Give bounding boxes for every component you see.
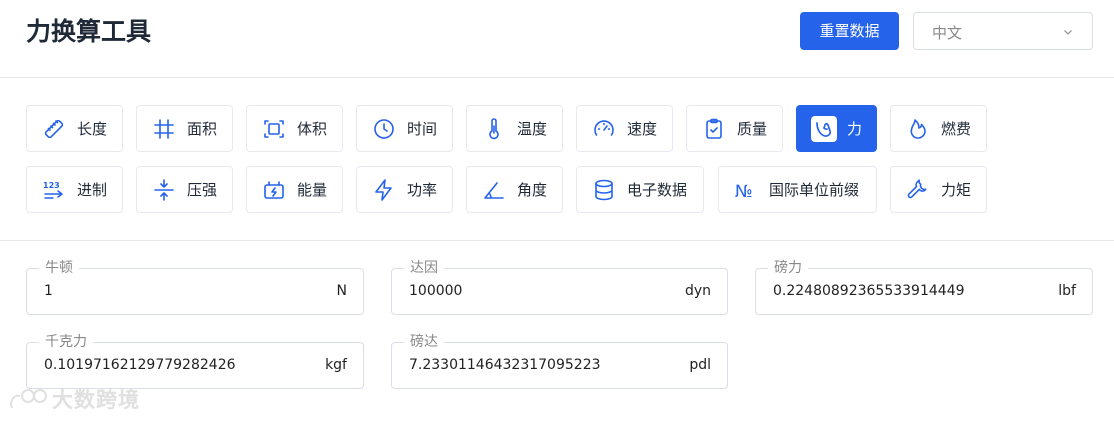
page-title: 力换算工具 [26, 17, 152, 46]
field-label: 达因 [404, 259, 444, 277]
database-icon [591, 177, 617, 203]
category-volume[interactable]: 体积 [246, 105, 343, 152]
category-force[interactable]: 力 [796, 105, 877, 152]
category-label: 质量 [737, 120, 768, 138]
category-label: 燃费 [941, 120, 972, 138]
field-label: 磅达 [404, 333, 444, 351]
thermometer-icon [481, 116, 507, 142]
field-value[interactable]: 100000 [409, 283, 462, 299]
watermark-logo-icon [10, 389, 47, 409]
field-unit: kgf [325, 357, 347, 373]
category-label: 电子数据 [627, 181, 688, 199]
watermark: 大数跨境 [8, 384, 140, 414]
category-label: 进制 [77, 181, 108, 199]
field-value[interactable]: 1 [44, 283, 53, 299]
field-unit: pdl [689, 357, 711, 373]
frame-icon [261, 116, 287, 142]
field-unit: lbf [1058, 283, 1076, 299]
clock-icon [371, 116, 397, 142]
category-label: 速度 [627, 120, 658, 138]
category-label: 力 [847, 120, 863, 138]
field-label: 千克力 [39, 333, 93, 351]
category-label: 能量 [297, 181, 328, 199]
category-label: 体积 [297, 120, 328, 138]
angle-icon [481, 177, 507, 203]
category-si-prefix[interactable]: № 国际单位前缀 [718, 166, 877, 213]
battery-icon [261, 177, 287, 203]
field-label: 磅力 [768, 259, 808, 277]
speedometer-icon [591, 116, 617, 142]
category-label: 长度 [77, 120, 108, 138]
field-poundal[interactable]: 磅达 7.23301146432317095223 pdl [391, 333, 728, 389]
category-energy[interactable]: 能量 [246, 166, 343, 213]
field-kilogram-force[interactable]: 千克力 0.10197162129779282426 kgf [26, 333, 364, 389]
category-label: 压强 [187, 181, 218, 199]
watermark-text: 大数跨境 [52, 388, 140, 412]
category-label: 温度 [517, 120, 548, 138]
flame-icon [905, 116, 931, 142]
field-label: 牛顿 [39, 259, 79, 277]
category-time[interactable]: 时间 [356, 105, 453, 152]
force-icon [811, 115, 837, 142]
compress-icon [151, 177, 177, 203]
numero-icon: № [733, 177, 759, 203]
category-area[interactable]: 面积 [136, 105, 233, 152]
category-label: 国际单位前缀 [769, 181, 860, 199]
ruler-icon [41, 116, 67, 142]
svg-text:123: 123 [43, 181, 60, 190]
category-base[interactable]: 123 进制 [26, 166, 123, 213]
field-unit: dyn [684, 283, 711, 299]
field-newton[interactable]: 牛顿 1 N [26, 259, 364, 315]
category-mass[interactable]: 质量 [686, 105, 783, 152]
category-temperature[interactable]: 温度 [466, 105, 563, 152]
category-torque[interactable]: 力矩 [890, 166, 987, 213]
lightning-icon [371, 177, 397, 203]
reset-data-button[interactable]: 重置数据 [800, 12, 899, 50]
category-speed[interactable]: 速度 [576, 105, 673, 152]
category-label: 时间 [407, 120, 438, 138]
category-angle[interactable]: 角度 [466, 166, 563, 213]
category-grid: 长度 面积 体积 时间 温度 速度 质量 力 燃费 123 进制 压强 能量 功… [0, 78, 1114, 241]
category-power[interactable]: 功率 [356, 166, 453, 213]
field-value[interactable]: 7.23301146432317095223 [409, 357, 601, 373]
category-label: 面积 [187, 120, 218, 138]
field-value[interactable]: 0.10197162129779282426 [44, 357, 236, 373]
language-select[interactable]: 中文 [913, 12, 1093, 50]
svg-text:№: № [735, 182, 753, 202]
clipboard-icon [701, 116, 727, 142]
category-label: 角度 [517, 181, 548, 199]
category-length[interactable]: 长度 [26, 105, 123, 152]
wrench-icon [905, 177, 931, 203]
field-unit: N [336, 283, 347, 299]
field-value[interactable]: 0.22480892365533914449 [773, 283, 965, 299]
category-label: 力矩 [941, 181, 972, 199]
category-label: 功率 [407, 181, 438, 199]
app-header: 力换算工具 重置数据 中文 [0, 0, 1114, 78]
chevron-down-icon [1064, 30, 1072, 35]
language-value: 中文 [932, 24, 963, 42]
numbers-arrow-icon: 123 [41, 177, 67, 203]
category-pressure[interactable]: 压强 [136, 166, 233, 213]
category-data[interactable]: 电子数据 [576, 166, 704, 213]
hash-icon [151, 116, 177, 142]
category-fuel[interactable]: 燃费 [890, 105, 987, 152]
field-dyne[interactable]: 达因 100000 dyn [391, 259, 728, 315]
field-pound-force[interactable]: 磅力 0.22480892365533914449 lbf [755, 259, 1093, 315]
